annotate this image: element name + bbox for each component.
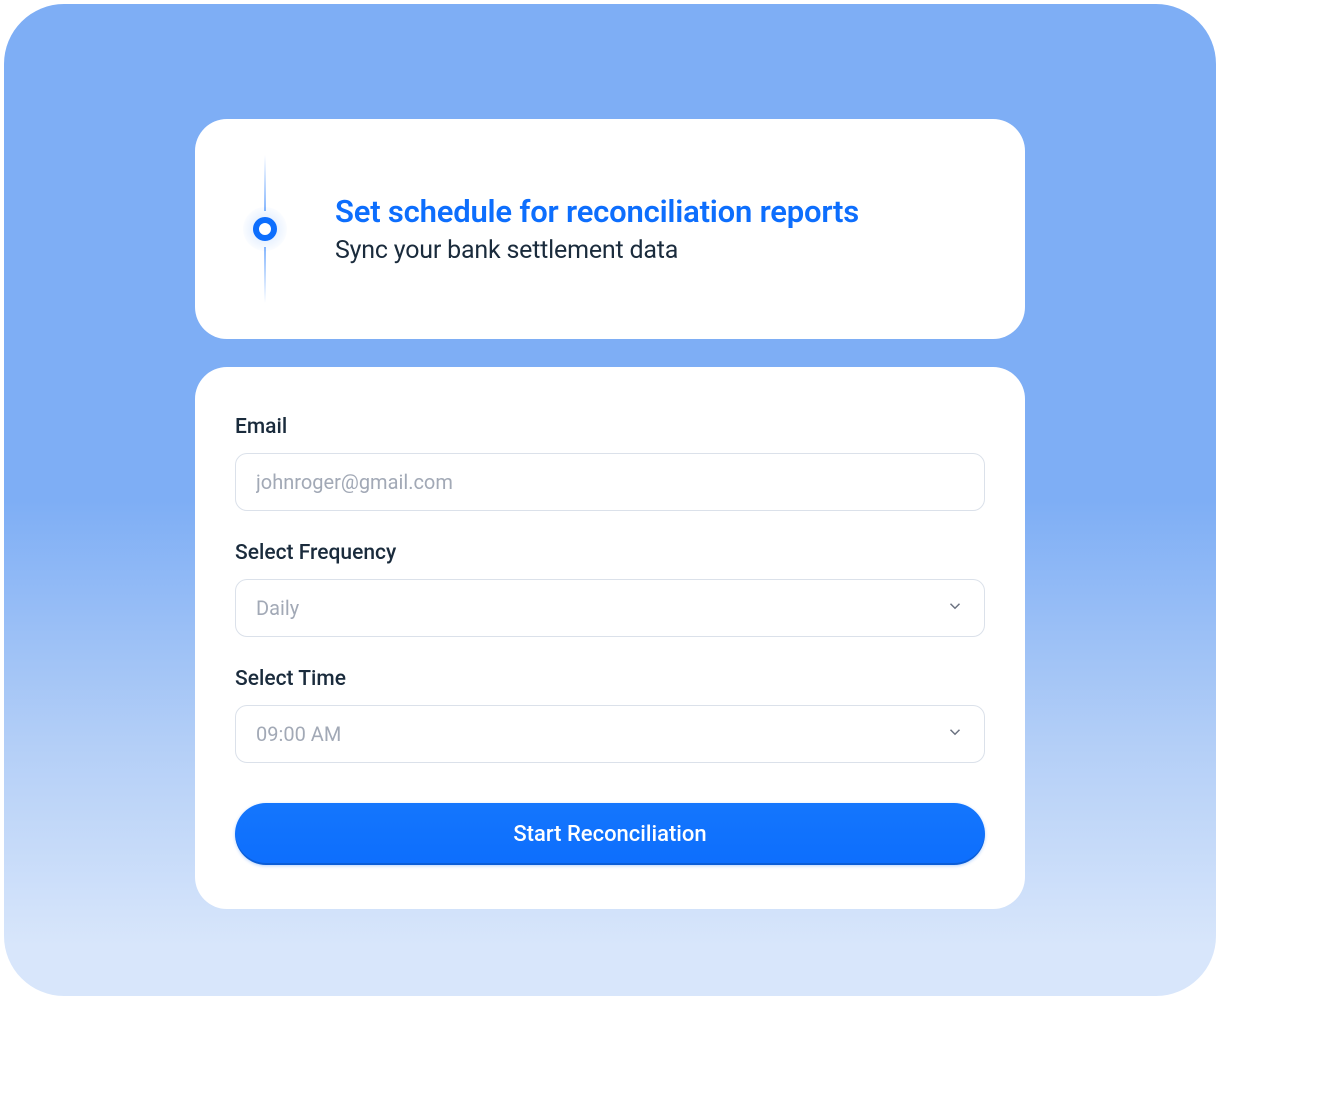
chevron-down-icon xyxy=(946,596,964,620)
frequency-field-group: Select Frequency Daily xyxy=(235,541,985,637)
timeline-line-top xyxy=(264,155,266,211)
time-label: Select Time xyxy=(235,667,985,691)
form-card: Email Select Frequency Daily Select Time… xyxy=(195,367,1025,909)
timeline-line-bottom xyxy=(264,247,266,303)
time-field-group: Select Time 09:00 AM xyxy=(235,667,985,763)
frequency-label: Select Frequency xyxy=(235,541,985,565)
email-label: Email xyxy=(235,415,985,439)
header-subtitle: Sync your bank settlement data xyxy=(335,236,859,265)
header-text-block: Set schedule for reconciliation reports … xyxy=(335,193,859,265)
timeline-dot-icon xyxy=(253,217,277,241)
email-input[interactable] xyxy=(235,453,985,511)
frequency-selected-value: Daily xyxy=(256,596,299,620)
page-background: Set schedule for reconciliation reports … xyxy=(4,4,1216,996)
chevron-down-icon xyxy=(946,722,964,746)
time-select[interactable]: 09:00 AM xyxy=(235,705,985,763)
time-selected-value: 09:00 AM xyxy=(256,722,341,746)
email-field-group: Email xyxy=(235,415,985,511)
start-reconciliation-button[interactable]: Start Reconciliation xyxy=(235,803,985,865)
header-card: Set schedule for reconciliation reports … xyxy=(195,119,1025,339)
header-title: Set schedule for reconciliation reports xyxy=(335,193,859,230)
timeline-step-indicator xyxy=(243,159,287,299)
frequency-select[interactable]: Daily xyxy=(235,579,985,637)
timeline-dot-glow xyxy=(243,207,287,251)
